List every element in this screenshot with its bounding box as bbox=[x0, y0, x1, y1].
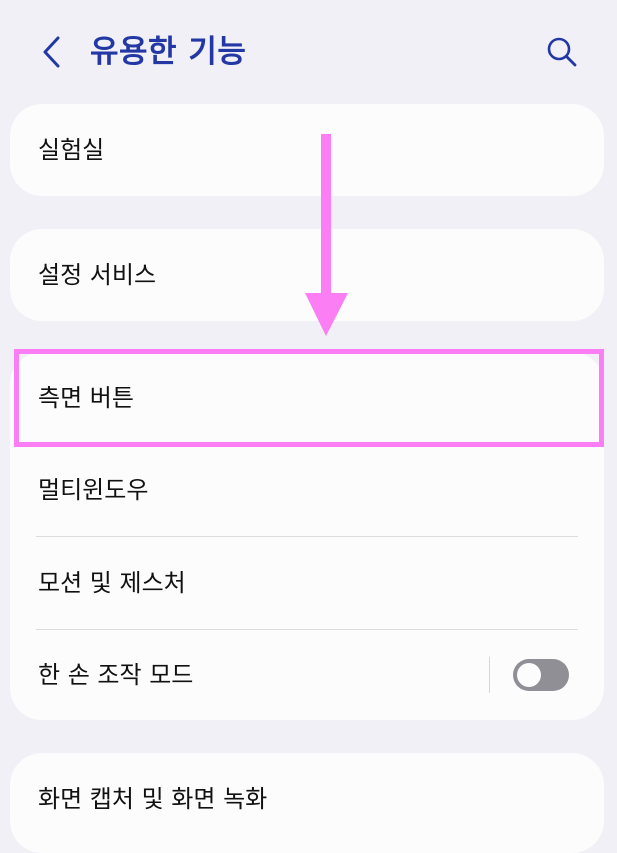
app-header: 유용한 기능 bbox=[0, 0, 617, 104]
search-button[interactable] bbox=[538, 28, 586, 76]
capture-card: 화면 캡처 및 화면 녹화 bbox=[10, 753, 604, 853]
back-button[interactable] bbox=[28, 28, 76, 76]
menu-item-label: 멀티윈도우 bbox=[38, 476, 149, 504]
page-title: 유용한 기능 bbox=[90, 34, 247, 70]
menu-item-multi-window[interactable]: 멀티윈도우 bbox=[10, 444, 604, 536]
menu-item-label: 모션 및 제스처 bbox=[38, 569, 186, 597]
menu-item-labs[interactable]: 실험실 bbox=[10, 104, 604, 196]
menu-item-settings-services[interactable]: 설정 서비스 bbox=[10, 229, 604, 321]
toggle-knob bbox=[517, 663, 541, 687]
menu-item-one-handed-mode[interactable]: 한 손 조작 모드 bbox=[10, 629, 604, 720]
menu-item-motions-gestures[interactable]: 모션 및 제스처 bbox=[10, 537, 604, 629]
settings-services-card: 설정 서비스 bbox=[10, 229, 604, 321]
one-handed-mode-toggle[interactable] bbox=[513, 659, 569, 691]
vertical-separator bbox=[489, 657, 490, 693]
menu-item-label: 설정 서비스 bbox=[38, 261, 157, 289]
menu-item-screenshots-recorder[interactable]: 화면 캡처 및 화면 녹화 bbox=[10, 753, 604, 845]
labs-card: 실험실 bbox=[10, 104, 604, 196]
chevron-left-icon bbox=[43, 36, 60, 68]
menu-item-label: 한 손 조작 모드 bbox=[38, 661, 194, 689]
highlight-box bbox=[14, 349, 604, 447]
menu-item-label: 실험실 bbox=[38, 136, 105, 164]
menu-item-label: 화면 캡처 및 화면 녹화 bbox=[38, 785, 268, 813]
search-icon bbox=[547, 37, 577, 67]
